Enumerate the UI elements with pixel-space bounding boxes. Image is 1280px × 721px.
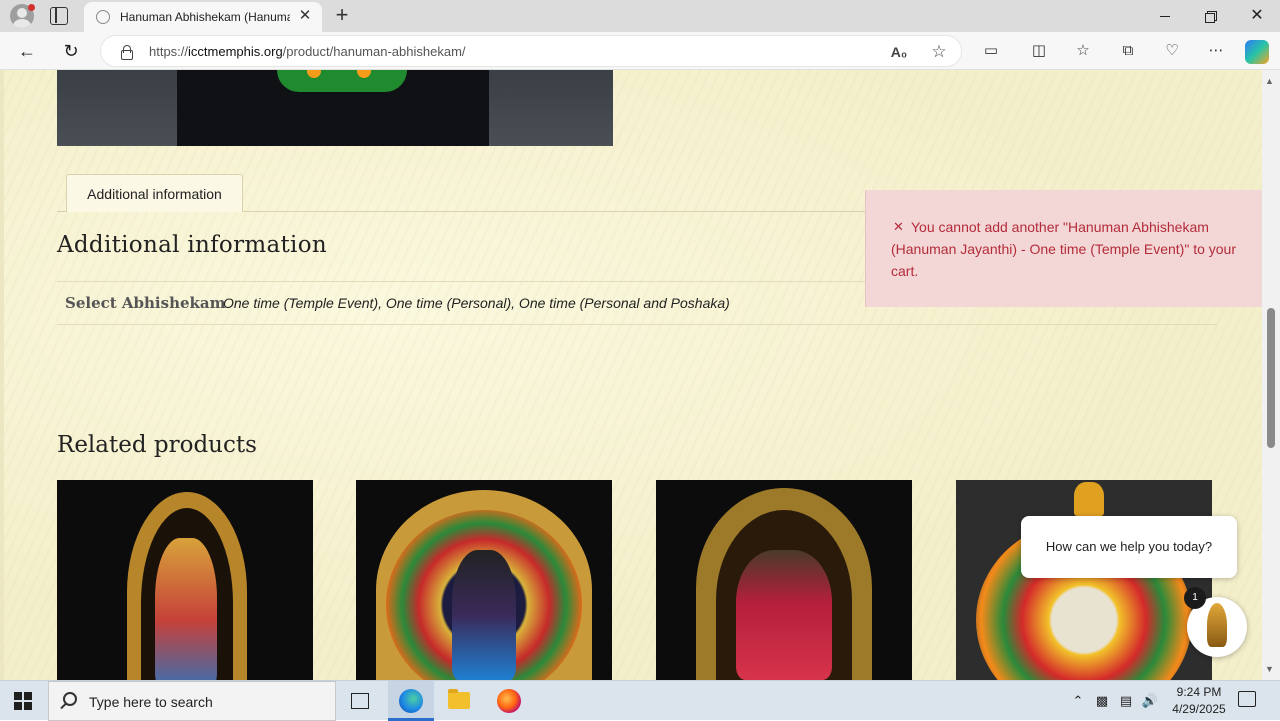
tab-additional-information[interactable]: Additional information bbox=[66, 174, 243, 212]
firefox-taskbar-button[interactable] bbox=[486, 681, 532, 721]
related-product-image[interactable] bbox=[356, 480, 612, 680]
favorite-star-icon[interactable]: ☆ bbox=[929, 42, 949, 62]
browser-tab-bar: Hanuman Abhishekam (Hanuman Jayanthi) – … bbox=[0, 0, 1280, 32]
favorites-icon[interactable]: ☆ bbox=[1072, 40, 1094, 62]
related-product-image[interactable] bbox=[57, 480, 313, 680]
attribute-label: Select Abhishekam bbox=[65, 294, 226, 312]
profile-notification-dot bbox=[28, 4, 35, 11]
window-restore-button[interactable] bbox=[1188, 0, 1234, 32]
browser-tab-active[interactable]: Hanuman Abhishekam (Hanuman Jayanthi) – … bbox=[84, 2, 322, 32]
page-viewport: Additional information Additional inform… bbox=[0, 70, 1280, 680]
scroll-down-arrow-icon[interactable]: ▼ bbox=[1265, 664, 1274, 674]
task-view-button[interactable] bbox=[337, 681, 383, 721]
cart-error-message: You cannot add another "Hanuman Abhishek… bbox=[891, 219, 1236, 279]
reload-icon[interactable]: ↻ bbox=[58, 38, 84, 64]
related-product-image[interactable] bbox=[656, 480, 912, 680]
site-favicon-icon bbox=[96, 10, 110, 24]
back-arrow-icon[interactable]: ← bbox=[14, 38, 40, 64]
firefox-icon bbox=[497, 689, 521, 713]
tab-actions-icon[interactable] bbox=[50, 7, 68, 25]
related-product-image[interactable] bbox=[956, 480, 1212, 680]
attribute-value: One time (Temple Event), One time (Perso… bbox=[223, 295, 730, 311]
scrollbar-thumb[interactable] bbox=[1267, 308, 1275, 448]
split-screen-icon[interactable]: ◫ bbox=[1028, 40, 1050, 62]
cart-error-notice: ✕ You cannot add another "Hanuman Abhish… bbox=[865, 190, 1265, 307]
file-explorer-taskbar-button[interactable] bbox=[436, 681, 482, 721]
additional-information-heading: Additional information bbox=[57, 232, 327, 258]
window-minimize-button[interactable] bbox=[1142, 0, 1188, 32]
taskbar-clock[interactable]: 9:24 PM 4/29/2025 bbox=[1160, 684, 1238, 718]
volume-icon[interactable]: 🔊 bbox=[1141, 692, 1159, 710]
chat-unread-badge: 1 bbox=[1184, 587, 1206, 609]
network-icon[interactable]: ▤ bbox=[1117, 692, 1135, 710]
edge-taskbar-button[interactable] bbox=[388, 681, 434, 721]
search-icon bbox=[63, 692, 77, 706]
tray-overflow-chevron-icon[interactable]: ⌃ bbox=[1069, 692, 1087, 710]
tab-close-icon[interactable]: ✕ bbox=[296, 7, 314, 25]
clock-date: 4/29/2025 bbox=[1172, 702, 1226, 716]
related-products-heading: Related products bbox=[57, 432, 257, 458]
chat-prompt-bubble[interactable]: How can we help you today? bbox=[1021, 516, 1237, 578]
clock-time: 9:24 PM bbox=[1176, 685, 1222, 699]
notification-center-icon[interactable] bbox=[1238, 691, 1256, 707]
url-text[interactable]: https://icctmemphis.org/product/hanuman-… bbox=[149, 44, 466, 59]
task-view-icon bbox=[351, 693, 369, 709]
edge-icon bbox=[399, 689, 423, 713]
taskbar-search-box[interactable]: Type here to search bbox=[48, 681, 336, 721]
scroll-up-arrow-icon[interactable]: ▲ bbox=[1265, 76, 1274, 86]
collections-icon[interactable]: ⧉ bbox=[1117, 40, 1139, 62]
new-tab-button[interactable]: + bbox=[330, 4, 354, 28]
copilot-icon[interactable] bbox=[1245, 40, 1269, 64]
window-close-button[interactable]: ✕ bbox=[1234, 0, 1280, 32]
windows-taskbar: Type here to search ⌃ ▩ ▤ 🔊 9:24 PM 4/29… bbox=[0, 680, 1280, 721]
browser-toolbar: ← ↻ https://icctmemphis.org/product/hanu… bbox=[0, 32, 1280, 70]
page-scrollbar[interactable]: ▲ ▼ bbox=[1262, 70, 1280, 680]
address-bar[interactable]: https://icctmemphis.org/product/hanuman-… bbox=[100, 35, 962, 67]
tray-device-icon[interactable]: ▩ bbox=[1093, 692, 1111, 710]
taskbar-search-placeholder: Type here to search bbox=[89, 694, 213, 710]
file-explorer-icon bbox=[448, 689, 470, 709]
windows-start-icon[interactable] bbox=[14, 692, 32, 710]
extensions-puzzle-icon[interactable]: ▭ bbox=[980, 40, 1002, 62]
lock-icon[interactable] bbox=[121, 45, 133, 60]
browser-essentials-icon[interactable]: ♡ bbox=[1161, 40, 1183, 62]
product-main-image[interactable] bbox=[57, 70, 613, 146]
more-options-icon[interactable]: ⋯ bbox=[1205, 40, 1227, 62]
read-aloud-icon[interactable]: A₀ bbox=[889, 42, 909, 62]
tab-title: Hanuman Abhishekam (Hanuman Jayanthi) – … bbox=[120, 10, 290, 24]
